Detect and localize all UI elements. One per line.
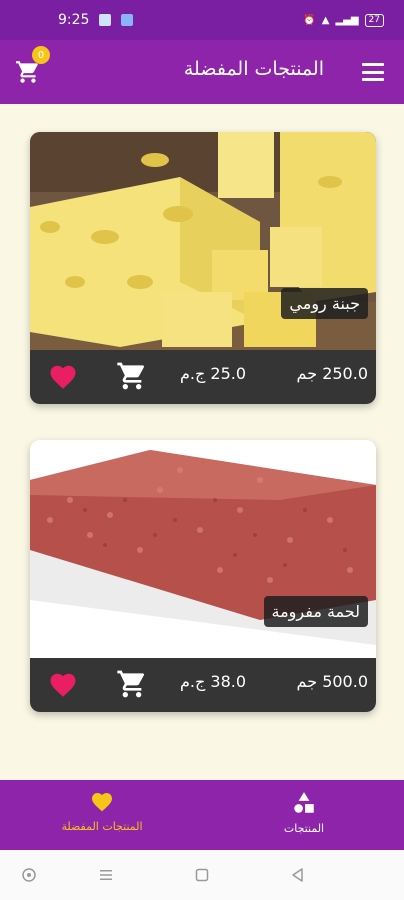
weight-value: 500.0 xyxy=(322,672,368,691)
add-to-cart-button[interactable] xyxy=(116,668,148,700)
menu-icon-line xyxy=(362,70,384,74)
alarm-icon: ⏰ xyxy=(303,14,316,26)
price-value: 25.0 xyxy=(210,364,247,383)
weight-value: 250.0 xyxy=(322,364,368,383)
nav-item-products[interactable]: المنتجات xyxy=(244,790,364,835)
menu-system-button[interactable] xyxy=(98,867,114,883)
weight-unit: جم xyxy=(296,672,318,691)
status-bar: 9:25 ⏰ ▲ ▂▄▆ 27 xyxy=(0,0,404,40)
favorite-button[interactable] xyxy=(48,670,78,700)
product-price: 25.0 ج.م xyxy=(180,364,246,383)
product-card[interactable]: جبنة رومي 25.0 ج.م 250.0 جم xyxy=(30,132,376,404)
signal-icon: ▂▄▆ xyxy=(335,14,359,26)
product-weight: 500.0 جم xyxy=(297,672,368,691)
product-name: لحمة مفرومة xyxy=(263,596,368,627)
menu-icon-line xyxy=(362,78,384,81)
status-left: 9:25 xyxy=(58,12,134,28)
product-info-bar: 25.0 ج.م 250.0 جم xyxy=(30,350,376,404)
product-price: 38.0 ج.م xyxy=(180,672,246,691)
product-card[interactable]: لحمة مفرومة 38.0 ج.م 500.0 جم xyxy=(30,440,376,712)
heart-icon xyxy=(50,365,76,389)
price-unit: ج.م xyxy=(180,364,206,383)
favorite-button[interactable] xyxy=(48,362,78,392)
gallery-icon xyxy=(99,14,112,26)
product-info-bar: 38.0 ج.م 500.0 جم xyxy=(30,658,376,712)
product-weight: 250.0 جم xyxy=(297,364,368,383)
back-button[interactable] xyxy=(290,867,306,883)
cart-icon xyxy=(117,362,145,390)
home-button[interactable] xyxy=(194,867,210,883)
bottom-nav: المنتجات المفضلة المنتجات xyxy=(0,780,404,850)
battery-icon: 27 xyxy=(364,13,384,27)
app-bar: 0 المنتجات المفضلة xyxy=(0,40,404,104)
system-nav xyxy=(0,850,404,900)
price-value: 38.0 xyxy=(210,672,247,691)
status-right: ⏰ ▲ ▂▄▆ 27 xyxy=(303,13,384,27)
cart-icon xyxy=(117,670,145,698)
price-unit: ج.م xyxy=(180,672,206,691)
heart-icon xyxy=(92,793,112,812)
product-name: جبنة رومي xyxy=(281,288,368,319)
status-time: 9:25 xyxy=(58,12,90,28)
wifi-icon: ▲ xyxy=(321,14,330,26)
cart-count-badge: 0 xyxy=(32,46,50,64)
page-title: المنتجات المفضلة xyxy=(183,58,324,80)
add-to-cart-button[interactable] xyxy=(116,360,148,392)
heart-icon xyxy=(50,673,76,697)
menu-button[interactable] xyxy=(360,60,386,84)
nav-label-products: المنتجات xyxy=(283,822,325,835)
menu-icon-line xyxy=(362,63,384,66)
bluetooth-icon xyxy=(121,14,134,26)
nav-label-favorites: المنتجات المفضلة xyxy=(61,820,143,833)
weight-unit: جم xyxy=(296,364,318,383)
shapes-icon xyxy=(294,792,314,813)
assistant-button[interactable] xyxy=(21,867,37,883)
nav-item-favorites[interactable]: المنتجات المفضلة xyxy=(42,790,162,833)
